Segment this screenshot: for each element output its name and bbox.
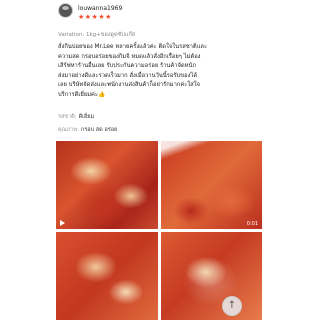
variation-label: Variation: 1kg+ของดูดซับแก๊ส: [58, 32, 136, 38]
video-duration: 0:01: [246, 221, 258, 227]
arrow-up-icon: ↑: [227, 300, 237, 311]
review-header: louwanna1969 ★★★★★: [58, 1, 122, 25]
attribute-quality: คุณภาพ: กรอบ สด อร่อย: [58, 126, 117, 134]
review-text: สั่งกินบ่อยของ Mr.Lee หลายครั้งแล้วค่ะ ต…: [58, 43, 268, 100]
review-line-last: บริการดีเยี่ยมค่ะ👍: [58, 91, 268, 101]
reviewer-info: louwanna1969 ★★★★★: [78, 1, 122, 21]
review-line: เสิร์ฟหาร้านอื่นเลย รับประกันความอร่อย ร…: [58, 63, 196, 69]
review-card: louwanna1969 ★★★★★ Variation: 1kg+ของดูด…: [0, 0, 320, 320]
review-photo[interactable]: [56, 232, 158, 320]
review-line: สั่งกินบ่อยของ Mr.Lee หลายครั้งแล้วค่ะ ต…: [58, 44, 208, 50]
review-media-row-1: 0:01: [56, 141, 262, 229]
review-photo[interactable]: 0:01: [160, 141, 262, 229]
play-icon[interactable]: [60, 220, 65, 226]
attribute-value: ดีเยี่ยม: [78, 114, 95, 120]
thumbs-up-icon: 👍: [98, 91, 106, 98]
reviewer-name[interactable]: louwanna1969: [78, 4, 122, 13]
attribute-value: กรอบ สด อร่อย: [80, 127, 118, 133]
attribute-label: รสชาติ:: [58, 114, 77, 120]
review-video-thumbnail[interactable]: [56, 141, 158, 229]
review-line: ส่งมาอย่างดีและรวดเร็วมาก สั่งเมื่อวานวั…: [58, 72, 198, 79]
scroll-to-top-button[interactable]: ↑: [222, 296, 242, 316]
review-line: เลย บริษัทจัดส่งและพนักงานส่งสินค้าก็อย่…: [58, 82, 200, 88]
attribute-taste: รสชาติ: ดีเยี่ยม: [58, 113, 94, 121]
avatar[interactable]: [58, 3, 73, 18]
review-line-text: บริการดีเยี่ยมค่ะ: [58, 91, 99, 98]
review-line: ความสด กรอบอร่อยของกิมจิ หมดแล้วสั่งอีกเ…: [58, 53, 201, 60]
attribute-label: คุณภาพ:: [58, 127, 79, 133]
review-photo[interactable]: [160, 232, 262, 320]
rating-stars-icon: ★★★★★: [78, 13, 112, 21]
